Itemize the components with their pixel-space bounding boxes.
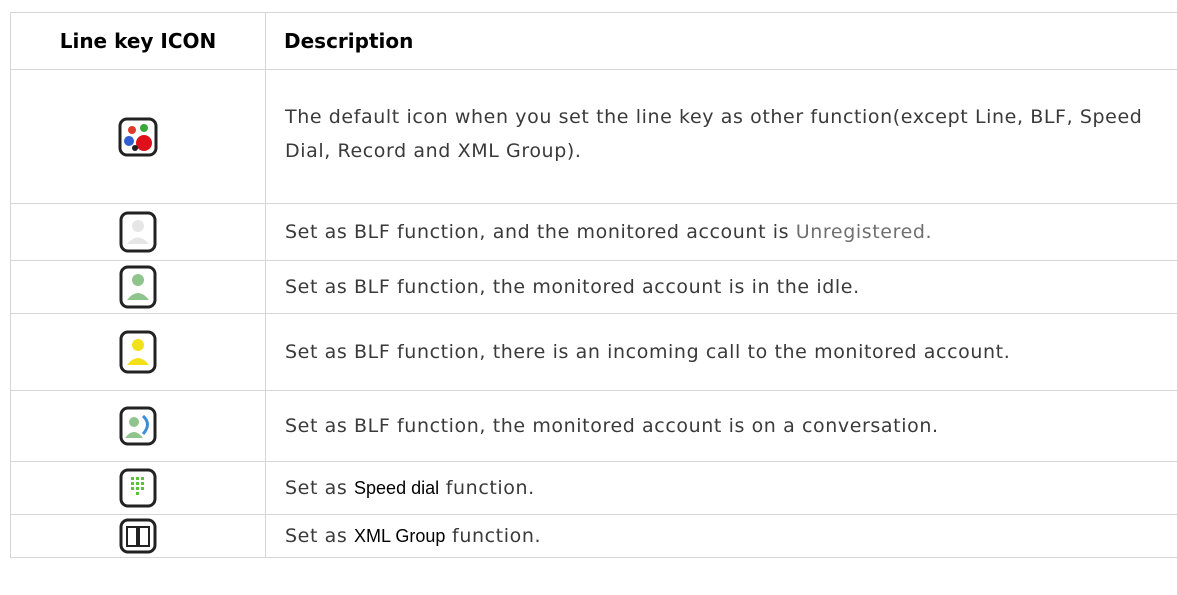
function-term: XML Group	[354, 526, 446, 546]
description-cell: Set as BLF function, there is an incomin…	[285, 341, 1011, 363]
blf-incoming-call-icon	[119, 330, 157, 374]
icon-cell	[10, 204, 266, 260]
header-icon-column: Line key ICON	[10, 13, 266, 69]
description-cell: Set as BLF function, the monitored accou…	[285, 276, 860, 298]
table-row: Set as Speed dial function.	[10, 462, 1177, 515]
description-text: Set as	[285, 525, 355, 547]
description-text: Set as BLF function, and the monitored a…	[285, 221, 796, 243]
status-term: Unregistered.	[795, 221, 933, 243]
function-term: Speed dial	[354, 478, 440, 498]
description-cell: Set as BLF function, and the monitored a…	[266, 204, 1177, 260]
table-row: Set as BLF function, the monitored accou…	[10, 391, 1177, 462]
icon-cell	[10, 391, 266, 461]
description-text: function.	[445, 525, 542, 547]
table-header-row: Line key ICON Description	[10, 13, 1177, 70]
description-text: function.	[439, 477, 535, 499]
icon-cell	[10, 314, 266, 390]
table-row: Set as BLF function, the monitored accou…	[10, 261, 1177, 314]
description-cell: Set as Speed dial function.	[266, 462, 1177, 514]
description-cell: Set as XML Group function.	[266, 515, 1177, 557]
table-row: Set as BLF function, there is an incomin…	[10, 314, 1177, 391]
table-row: Set as BLF function, and the monitored a…	[10, 204, 1177, 261]
icon-cell	[10, 70, 266, 203]
icon-cell	[10, 462, 266, 514]
line-key-icon-table: Line key ICON Description The default ic…	[10, 12, 1177, 558]
description-cell: The default icon when you set the line k…	[285, 106, 1143, 162]
default-function-icon	[118, 117, 158, 157]
speed-dial-icon	[119, 468, 157, 508]
xml-group-icon	[119, 518, 157, 554]
blf-conversation-icon	[119, 406, 157, 446]
description-text: Set as	[285, 477, 355, 499]
icon-cell	[10, 261, 266, 313]
table-row: Set as XML Group function.	[10, 515, 1177, 558]
blf-unregistered-icon	[119, 211, 157, 253]
description-cell: Set as BLF function, the monitored accou…	[285, 415, 939, 437]
header-description-column: Description	[284, 29, 414, 53]
table-row: The default icon when you set the line k…	[10, 70, 1177, 204]
icon-cell	[10, 515, 266, 557]
blf-idle-icon	[119, 265, 157, 309]
